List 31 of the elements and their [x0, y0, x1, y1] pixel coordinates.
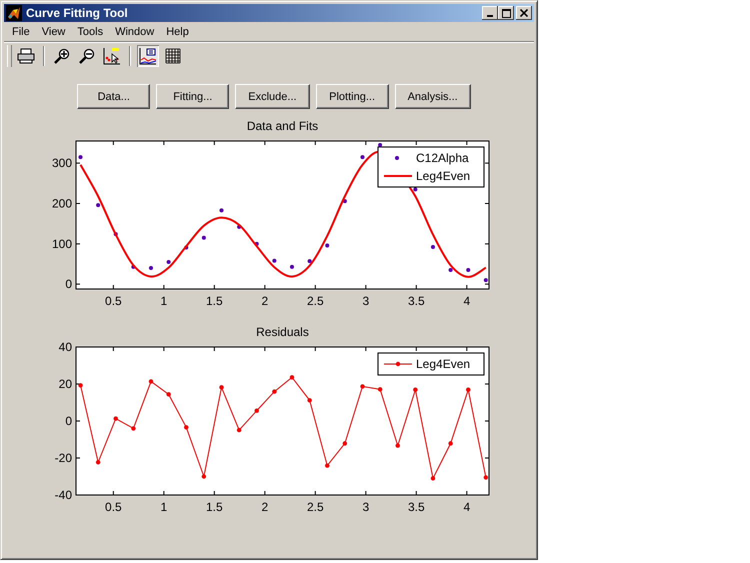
- tick-label: 2: [261, 500, 268, 514]
- legend-label: Leg4Even: [416, 169, 470, 183]
- tick-label: 40: [58, 340, 72, 354]
- legend-label: C12Alpha: [416, 151, 469, 165]
- tick-label: 1.5: [206, 294, 223, 308]
- chart-title: Residuals: [256, 325, 309, 339]
- tick-label: 300: [52, 156, 72, 170]
- tick-label: 0: [65, 414, 72, 428]
- tick-label: 4: [463, 294, 470, 308]
- legend-label: Leg4Even: [416, 357, 470, 371]
- window-title: Curve Fitting Tool: [26, 6, 129, 20]
- tick-label: 0.5: [105, 294, 122, 308]
- tick-label: 3: [362, 294, 370, 308]
- tick-label: 3.5: [408, 500, 425, 514]
- tick-label: 100: [52, 236, 72, 251]
- tick-label: 20: [58, 377, 72, 391]
- chart-title: Data and Fits: [246, 119, 318, 133]
- tick-label: 3.5: [408, 294, 425, 308]
- tick-label: 2.5: [306, 500, 324, 514]
- tick-label: -20: [54, 451, 72, 465]
- tick-label: 0: [65, 277, 72, 292]
- tick-label: 1.5: [206, 500, 223, 514]
- tick-label: 0.5: [105, 500, 122, 514]
- tick-label: -40: [54, 488, 72, 502]
- tick-label: 2.5: [306, 294, 324, 308]
- tick-label: 200: [52, 196, 72, 210]
- tick-label: 2: [261, 294, 268, 308]
- tick-label: 3: [362, 500, 370, 514]
- tick-label: 1: [160, 294, 168, 308]
- tick-label: 4: [463, 500, 470, 514]
- tick-label: 1: [160, 500, 168, 514]
